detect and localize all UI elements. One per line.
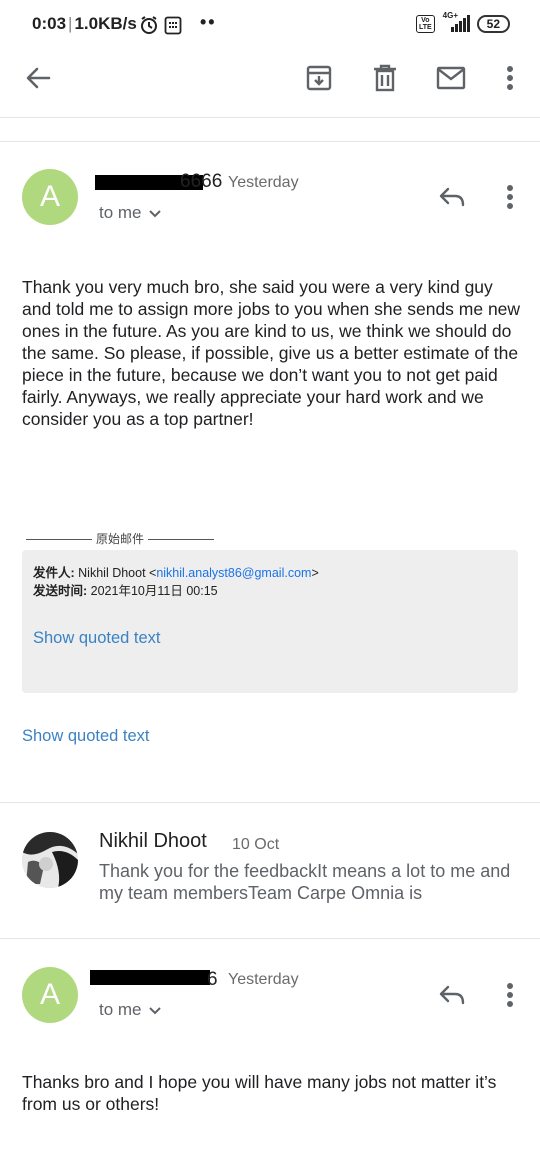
message-more-button[interactable] [495, 182, 525, 212]
reply-icon [439, 187, 465, 207]
calendar-icon [164, 15, 182, 40]
avatar[interactable]: A [22, 967, 78, 1023]
recipient-details[interactable]: to me [99, 1000, 162, 1021]
redacted-sender [90, 970, 210, 985]
show-quoted-text-link[interactable]: Show quoted text [22, 727, 150, 746]
sender-name: 6 [207, 969, 218, 990]
delete-icon [374, 64, 396, 92]
mark-unread-icon [436, 66, 466, 90]
reply-icon [439, 985, 465, 1005]
quote-from-email[interactable]: nikhil.analyst86@gmail.com [156, 566, 311, 580]
reply-button[interactable] [437, 980, 467, 1010]
more-vert-icon [507, 66, 513, 90]
archive-button[interactable] [303, 62, 335, 94]
more-notifications-icon: •• [200, 12, 217, 32]
more-vert-icon [507, 185, 513, 209]
message-snippet: Thank you for the feedbackIt means a lot… [99, 861, 511, 903]
sender-name: Nikhil Dhoot [99, 830, 207, 852]
quote-sent: 发送时间: 2021年10月11日 00:15 [33, 584, 218, 598]
top-app-bar [0, 50, 540, 108]
status-net-speed: 1.0KB/s [74, 14, 137, 33]
status-bar: 0:03 | 1.0KB/s •• Vo LTE 4G+ 52 [0, 0, 540, 50]
avatar[interactable] [22, 832, 78, 888]
more-vert-icon [507, 983, 513, 1007]
alarm-icon [139, 15, 159, 40]
avatar[interactable]: A [22, 169, 78, 225]
recipient-label: to me [99, 203, 142, 222]
original-message-separator: 原始邮件 [22, 530, 218, 547]
message-more-button[interactable] [495, 980, 525, 1010]
quoted-message-box: 发件人: Nikhil Dhoot <nikhil.analyst86@gmai… [22, 550, 518, 693]
recipient-label: to me [99, 1000, 142, 1019]
divider [0, 938, 540, 939]
battery-icon: 52 [476, 15, 510, 33]
message-date: Yesterday [228, 971, 299, 988]
divider [0, 117, 540, 118]
signal-icon: 4G+ [441, 11, 471, 34]
quote-from: 发件人: Nikhil Dhoot <nikhil.analyst86@gmai… [33, 566, 319, 580]
recipient-details[interactable]: to me [99, 203, 162, 224]
volte-badge: Vo LTE [415, 15, 435, 33]
archive-icon [306, 65, 332, 91]
message-body: Thank you very much bro, she said you we… [22, 277, 521, 429]
message-date: Yesterday [228, 174, 299, 191]
delete-button[interactable] [369, 62, 401, 94]
sender-name: 6666 [180, 171, 223, 192]
status-time-speed: 0:03 | 1.0KB/s [32, 14, 137, 33]
message-date: 10 Oct [232, 836, 280, 853]
message-body: Thanks bro and I hope you will have many… [22, 1072, 497, 1114]
arrow-left-icon [26, 67, 51, 89]
more-options-button[interactable] [494, 62, 526, 94]
reply-button[interactable] [437, 182, 467, 212]
mark-unread-button[interactable] [435, 62, 467, 94]
status-right: Vo LTE 4G+ 52 [415, 11, 510, 34]
chevron-down-icon [148, 1001, 162, 1021]
divider [0, 802, 540, 803]
back-button[interactable] [22, 62, 54, 94]
chevron-down-icon [148, 204, 162, 224]
show-quoted-text-link[interactable]: Show quoted text [33, 629, 161, 648]
status-time: 0:03 [32, 14, 67, 33]
divider [0, 141, 540, 142]
